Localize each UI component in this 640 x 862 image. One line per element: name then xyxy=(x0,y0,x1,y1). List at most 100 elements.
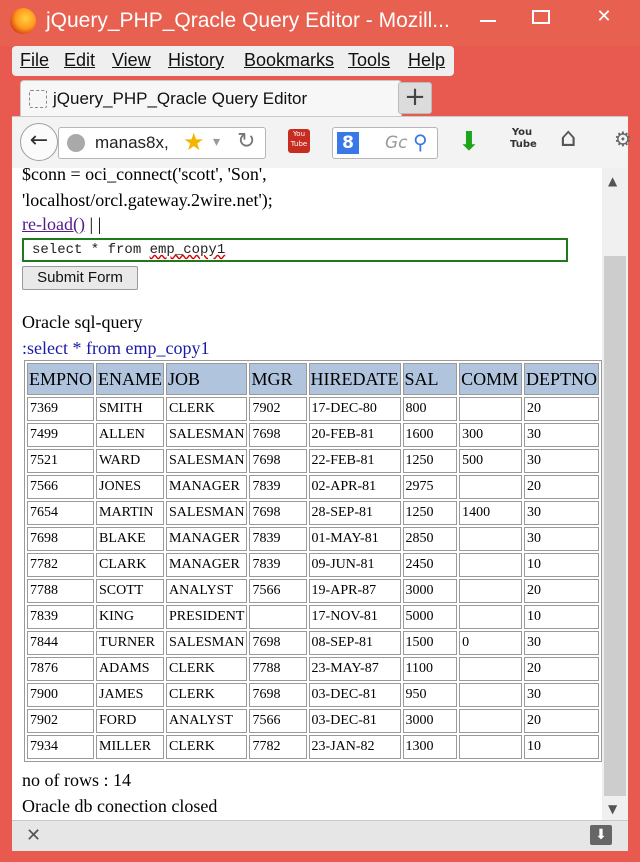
table-cell: 1250 xyxy=(402,449,458,473)
table-cell: ALLEN xyxy=(96,423,165,447)
table-cell: 2975 xyxy=(402,475,458,499)
table-cell: PRESIDENT xyxy=(166,605,248,629)
table-row: 7839 KING PRESIDENT 17-NOV-81 5000 10 xyxy=(27,605,599,629)
scroll-down-arrow-icon[interactable]: ▼ xyxy=(608,802,617,816)
table-cell: 7839 xyxy=(249,553,307,577)
table-row: 7788 SCOTT ANALYST 7566 19-APR-87 3000 20 xyxy=(27,579,599,603)
vertical-scrollbar[interactable]: ▲ ▼ xyxy=(602,168,628,820)
table-cell: CLARK xyxy=(96,553,165,577)
download-arrow-icon[interactable]: ⬇ xyxy=(458,127,480,157)
search-input[interactable]: Gc xyxy=(385,133,408,153)
close-window-button[interactable]: ✕ xyxy=(572,4,636,34)
table-cell xyxy=(249,605,307,629)
table-row: 7654 MARTIN SALESMAN 7698 28-SEP-81 1250 1400 3… xyxy=(27,501,599,525)
table-cell: 500 xyxy=(459,449,522,473)
column-header: ENAME xyxy=(96,363,165,395)
table-cell: 7782 xyxy=(27,553,95,577)
code-line-2: 'localhost/orcl.gateway.2wire.net'); xyxy=(22,190,273,210)
back-button[interactable]: ← xyxy=(20,123,58,161)
table-row: 7566 JONES MANAGER 7839 02-APR-81 2975 20 xyxy=(27,475,599,499)
table-cell: 7839 xyxy=(27,605,95,629)
table-cell: 17-NOV-81 xyxy=(308,605,401,629)
bookmark-star-icon[interactable]: ★ xyxy=(183,128,205,156)
addon-bar: ✕ ⬇ xyxy=(12,820,628,851)
menu-file[interactable]: File xyxy=(20,50,49,71)
table-cell: 30 xyxy=(523,501,599,525)
minimize-button[interactable] xyxy=(468,4,508,34)
table-cell: CLERK xyxy=(166,735,248,759)
url-dropdown-icon[interactable]: ▾ xyxy=(213,134,220,150)
gear-icon[interactable]: ⚙ xyxy=(614,127,632,151)
table-row: 7844 TURNER SALESMAN 7698 08-SEP-81 1500 0 30 xyxy=(27,631,599,655)
page-content: $conn = oci_connect('scott', 'Son', 'loc… xyxy=(12,168,602,820)
table-cell: 20 xyxy=(523,397,599,421)
table-cell: MANAGER xyxy=(166,553,248,577)
url-bar[interactable]: manas8x, ★ ▾ ↻ xyxy=(58,127,266,159)
menu-history[interactable]: History xyxy=(168,50,224,71)
table-cell: 7876 xyxy=(27,657,95,681)
table-cell xyxy=(459,735,522,759)
table-cell: 01-MAY-81 xyxy=(308,527,401,551)
table-cell: 5000 xyxy=(402,605,458,629)
tab-active[interactable]: jQuery_PHP_Qracle Query Editor xyxy=(20,80,402,119)
table-cell: 300 xyxy=(459,423,522,447)
column-header: JOB xyxy=(166,363,248,395)
submit-form-button[interactable]: Submit Form xyxy=(22,266,138,290)
table-cell: MILLER xyxy=(96,735,165,759)
table-cell: 7902 xyxy=(249,397,307,421)
table-cell: 23-JAN-82 xyxy=(308,735,401,759)
table-cell: 10 xyxy=(523,735,599,759)
menu-tools[interactable]: Tools xyxy=(348,50,390,71)
reload-icon[interactable]: ↻ xyxy=(237,129,255,154)
tab-strip: jQuery_PHP_Qracle Query Editor + xyxy=(12,78,628,119)
table-row: 7902 FORD ANALYST 7566 03-DEC-81 3000 20 xyxy=(27,709,599,733)
menu-view[interactable]: View xyxy=(112,50,151,71)
query-echo: :select * from emp_copy1 xyxy=(22,338,210,358)
maximize-button[interactable] xyxy=(520,4,560,34)
table-row: 7521 WARD SALESMAN 7698 22-FEB-81 1250 500 30 xyxy=(27,449,599,473)
results-table: EMPNO ENAME JOB MGR HIREDATE SAL COMM DE… xyxy=(24,360,602,762)
table-cell: SALESMAN xyxy=(166,423,248,447)
close-addon-bar-icon[interactable]: ✕ xyxy=(26,825,41,846)
table-cell: SMITH xyxy=(96,397,165,421)
navigation-toolbar: ← manas8x, ★ ▾ ↻ You Tube 8 Gc ⚲ ⬇ You T… xyxy=(12,116,632,169)
table-cell: 1100 xyxy=(402,657,458,681)
table-cell xyxy=(459,657,522,681)
table-cell: CLERK xyxy=(166,657,248,681)
table-cell: 7788 xyxy=(249,657,307,681)
table-cell: MANAGER xyxy=(166,527,248,551)
table-cell: ANALYST xyxy=(166,579,248,603)
table-row: 7782 CLARK MANAGER 7839 09-JUN-81 2450 10 xyxy=(27,553,599,577)
code-line-1: $conn = oci_connect('scott', 'Son', xyxy=(22,168,267,184)
menu-bookmarks[interactable]: Bookmarks xyxy=(244,50,334,71)
table-cell: 7566 xyxy=(249,709,307,733)
new-tab-button[interactable]: + xyxy=(398,82,432,114)
table-cell: 7844 xyxy=(27,631,95,655)
sql-query-input[interactable]: select * from emp_copy1 xyxy=(22,238,568,262)
youtube-icon[interactable]: You Tube xyxy=(510,127,537,155)
table-row: 7698 BLAKE MANAGER 7839 01-MAY-81 2850 30 xyxy=(27,527,599,551)
table-cell: 7788 xyxy=(27,579,95,603)
search-box[interactable]: 8 Gc ⚲ xyxy=(332,127,438,159)
connection-closed-message: Oracle db conection closed xyxy=(22,796,218,816)
table-row: 7876 ADAMS CLERK 7788 23-MAY-87 1100 20 xyxy=(27,657,599,681)
menu-help[interactable]: Help xyxy=(408,50,445,71)
tab-label: jQuery_PHP_Qracle Query Editor xyxy=(53,89,308,108)
table-cell xyxy=(459,709,522,733)
search-icon[interactable]: ⚲ xyxy=(413,130,428,154)
home-icon[interactable]: ⌂ xyxy=(560,123,577,153)
menu-edit[interactable]: Edit xyxy=(64,50,95,71)
table-cell xyxy=(459,527,522,551)
scroll-up-arrow-icon[interactable]: ▲ xyxy=(608,174,617,188)
table-cell: 1600 xyxy=(402,423,458,447)
scroll-thumb[interactable] xyxy=(604,256,626,796)
youtube-addon-icon[interactable]: You Tube xyxy=(288,129,310,153)
downloads-icon[interactable]: ⬇ xyxy=(590,825,612,845)
table-cell: 7902 xyxy=(27,709,95,733)
table-cell: 7839 xyxy=(249,475,307,499)
table-cell: JAMES xyxy=(96,683,165,707)
reload-link[interactable]: re-load() xyxy=(22,214,85,234)
window-title: jQuery_PHP_Qracle Query Editor - Mozill.… xyxy=(46,9,450,32)
sql-query-text: select * from xyxy=(32,242,150,258)
google-search-engine-icon[interactable]: 8 xyxy=(337,132,359,154)
